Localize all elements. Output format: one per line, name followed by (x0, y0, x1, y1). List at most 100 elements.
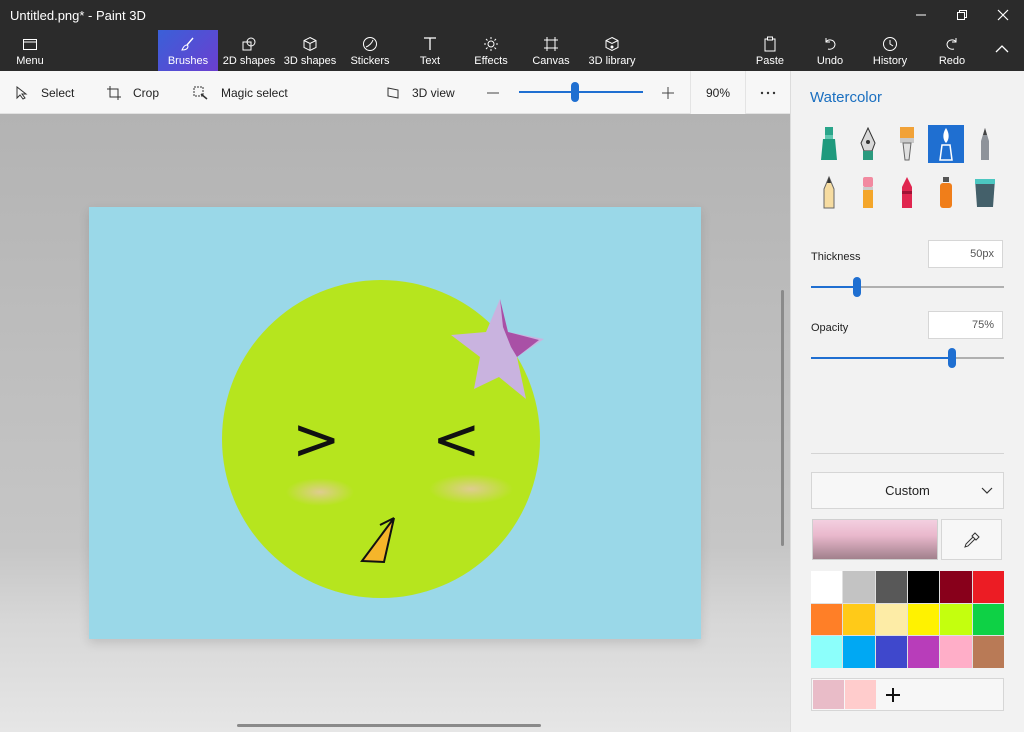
thickness-slider-fill (811, 286, 858, 288)
color-swatch[interactable] (940, 603, 972, 636)
thickness-value[interactable]: 50px (928, 240, 1003, 268)
menu-button[interactable]: Menu (0, 30, 60, 71)
drawing: > < (222, 280, 544, 598)
minimize-button[interactable] (901, 0, 941, 30)
crayon-icon (902, 177, 912, 208)
opacity-slider-thumb[interactable] (947, 348, 956, 368)
more-options-button[interactable] (760, 71, 788, 114)
color-swatch[interactable] (940, 636, 972, 668)
color-swatch[interactable] (908, 636, 940, 668)
color-swatch[interactable] (811, 571, 843, 603)
menu-icon (23, 39, 37, 50)
zoom-percent[interactable]: 90% (690, 71, 746, 114)
color-swatch[interactable] (908, 603, 940, 636)
more-icon (760, 91, 776, 94)
tab-canvas[interactable]: Canvas (530, 30, 572, 71)
color-swatch[interactable] (940, 571, 972, 603)
color-swatch[interactable] (972, 636, 1004, 668)
history-button[interactable]: History (868, 30, 912, 71)
redo-button[interactable]: Redo (932, 30, 972, 71)
zoom-slider-thumb[interactable] (570, 82, 579, 102)
custom-color-swatch[interactable] (813, 680, 844, 709)
color-palette (811, 571, 1004, 668)
crayon-brush[interactable] (889, 173, 925, 211)
close-icon (997, 9, 1009, 21)
plus-icon (886, 688, 900, 702)
cursor-icon (16, 85, 28, 100)
collapse-ribbon-button[interactable] (990, 30, 1014, 71)
color-swatch[interactable] (843, 636, 875, 668)
eyedropper-button[interactable] (941, 519, 1002, 560)
effects-icon (484, 37, 498, 51)
pixel-pen-icon (981, 128, 989, 160)
calligraphy-pen-brush[interactable] (850, 125, 886, 163)
color-mode-dropdown[interactable]: Custom (811, 472, 1004, 509)
tab-effects[interactable]: Effects (470, 30, 512, 71)
add-color-button[interactable] (880, 682, 906, 708)
zoom-out-button[interactable] (486, 71, 512, 114)
vertical-scrollbar[interactable] (781, 290, 784, 546)
paste-label: Paste (755, 55, 785, 67)
zoom-in-button[interactable] (661, 71, 687, 114)
chevron-up-icon (995, 45, 1009, 53)
color-swatch[interactable] (811, 636, 843, 668)
tab-text[interactable]: Text (410, 30, 450, 71)
crop-button[interactable]: Crop (107, 71, 159, 114)
restore-button[interactable] (942, 0, 982, 30)
tab-brushes[interactable]: Brushes (158, 30, 218, 71)
color-swatch[interactable] (875, 603, 907, 636)
color-swatch[interactable] (972, 603, 1004, 636)
minus-icon (487, 92, 499, 93)
color-swatch[interactable] (811, 603, 843, 636)
drawing-canvas[interactable]: > < (89, 207, 701, 639)
horizontal-scrollbar[interactable] (237, 724, 541, 727)
menu-label: Menu (16, 55, 44, 67)
brushes-panel: Watercolor Thickness 50px Opacity 75% Cu… (790, 71, 1024, 732)
fill-bucket-brush[interactable] (967, 173, 1003, 211)
3d-view-label: 3D view (412, 85, 455, 100)
close-button[interactable] (983, 0, 1023, 30)
custom-color-swatch[interactable] (845, 680, 876, 709)
paste-icon (764, 36, 776, 52)
opacity-value[interactable]: 75% (928, 311, 1003, 339)
thickness-slider-thumb[interactable] (853, 277, 862, 297)
spray-can-brush[interactable] (928, 173, 964, 211)
color-swatch[interactable] (843, 571, 875, 603)
color-swatch[interactable] (875, 636, 907, 668)
tab-3d-library-label: 3D library (588, 55, 636, 67)
opacity-label: Opacity (811, 322, 849, 334)
stickers-icon (363, 37, 377, 51)
3d-shapes-icon (303, 36, 317, 52)
color-swatch[interactable] (908, 571, 940, 603)
zoom-slider-track[interactable] (519, 91, 643, 93)
tab-2d-shapes[interactable]: 2D shapes (221, 30, 277, 71)
color-swatch[interactable] (875, 571, 907, 603)
color-swatch[interactable] (972, 571, 1004, 603)
custom-colors-row (811, 678, 1004, 711)
canvas-workspace[interactable]: > < (0, 114, 790, 732)
pixel-pen-brush[interactable] (967, 125, 1003, 163)
pencil-brush[interactable] (811, 173, 847, 211)
minimize-icon (916, 14, 926, 16)
right-eye: < (432, 405, 481, 473)
eraser-brush[interactable] (850, 173, 886, 211)
color-swatch[interactable] (843, 603, 875, 636)
tab-stickers[interactable]: Stickers (345, 30, 395, 71)
magic-select-button[interactable]: Magic select (193, 71, 288, 114)
color-mode-label: Custom (885, 483, 930, 498)
marker-icon (821, 127, 837, 160)
oil-brush[interactable] (889, 125, 925, 163)
undo-button[interactable]: Undo (810, 30, 850, 71)
watercolor-brush[interactable] (928, 125, 964, 163)
restore-icon (957, 10, 967, 20)
select-button[interactable]: Select (15, 71, 74, 114)
3d-view-button[interactable]: 3D view (386, 71, 455, 114)
2d-shapes-icon (242, 37, 256, 51)
paste-button[interactable]: Paste (750, 30, 790, 71)
undo-icon (825, 38, 836, 50)
tab-3d-shapes[interactable]: 3D shapes (283, 30, 337, 71)
marker-brush[interactable] (811, 125, 847, 163)
current-color-preview[interactable] (812, 519, 938, 560)
tab-3d-library[interactable]: 3D library (585, 30, 639, 71)
magic-select-label: Magic select (221, 85, 288, 100)
